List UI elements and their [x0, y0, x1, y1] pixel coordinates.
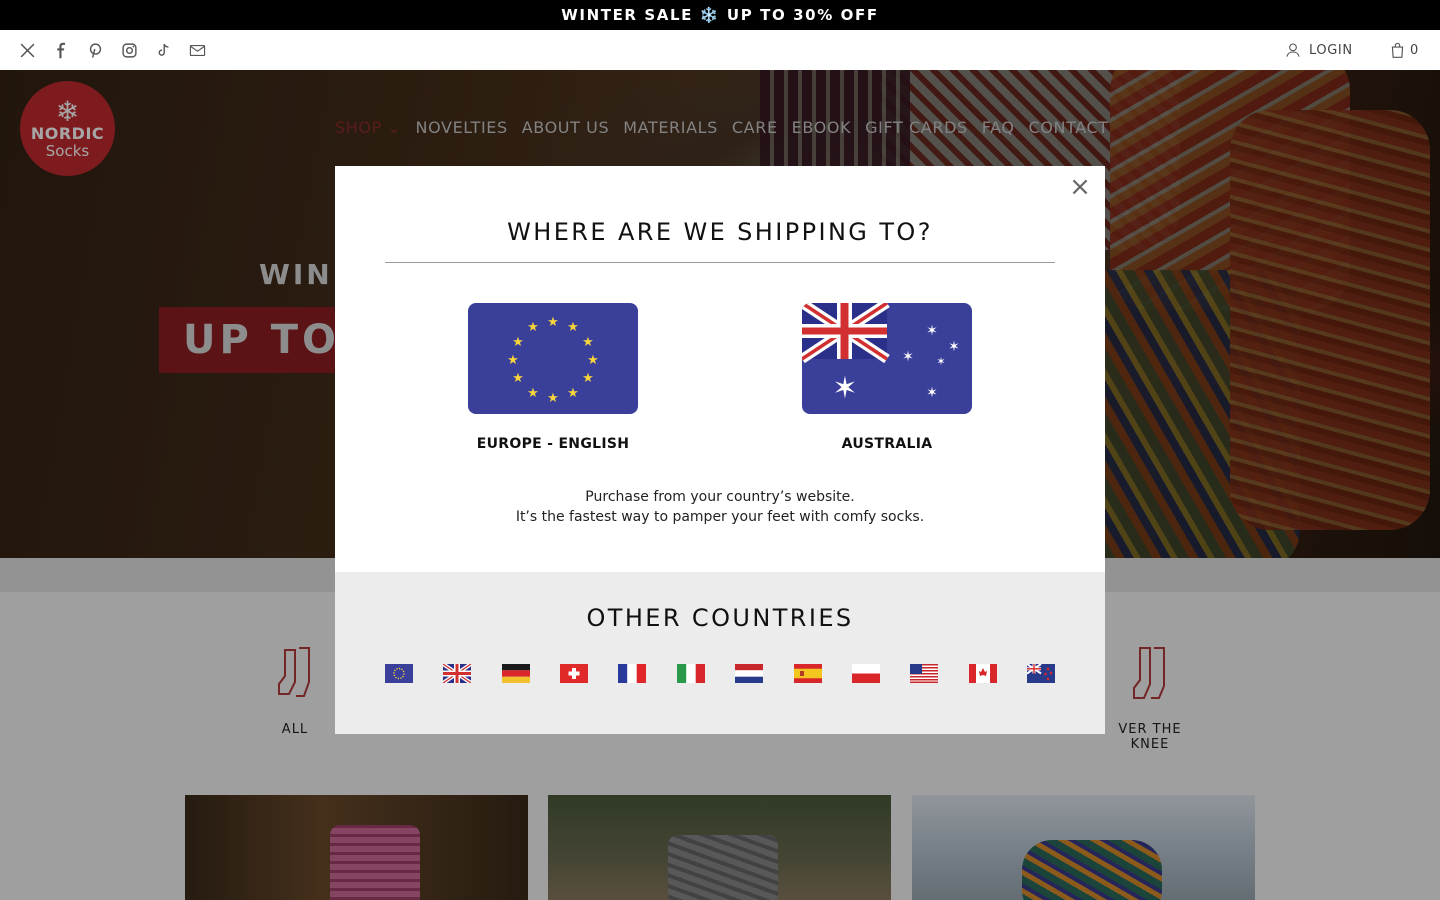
cart-count: 0: [1410, 42, 1419, 58]
region-europe-english[interactable]: ★ ★ ★ ★ ★ ★ ★ ★ ★ ★ ★ ★ EUROPE - ENGLISH: [468, 303, 638, 452]
other-countries-section: OTHER COUNTRIES: [335, 572, 1105, 734]
instagram-icon[interactable]: [118, 39, 140, 61]
pinterest-icon[interactable]: [84, 39, 106, 61]
country-selector-modal: × WHERE ARE WE SHIPPING TO? ★ ★ ★ ★ ★ ★ ★ ★ ★ ★…: [335, 166, 1105, 734]
region-label: AUSTRALIA: [841, 436, 933, 452]
modal-title: WHERE ARE WE SHIPPING TO?: [507, 218, 933, 246]
svg-text:★: ★: [512, 335, 524, 350]
svg-text:★: ★: [547, 391, 559, 406]
spain-flag-icon[interactable]: [793, 664, 822, 683]
svg-text:★: ★: [547, 315, 559, 330]
uk-flag-icon[interactable]: [443, 664, 472, 683]
country-flag-list: [385, 664, 1055, 683]
svg-text:★: ★: [567, 320, 579, 335]
svg-text:★: ★: [527, 320, 539, 335]
email-icon[interactable]: [186, 39, 208, 61]
eu-flag-icon: ★ ★★★ ★★★★ ★★★★: [468, 303, 638, 414]
login-label: LOGIN: [1309, 42, 1353, 58]
cart-link[interactable]: 0: [1390, 30, 1418, 70]
usa-flag-icon[interactable]: [910, 664, 939, 683]
svg-text:✶: ✶: [926, 385, 938, 401]
canada-flag-icon[interactable]: [968, 664, 997, 683]
login-link[interactable]: LOGIN: [1285, 30, 1353, 70]
facebook-icon[interactable]: [50, 39, 72, 61]
poland-flag-icon[interactable]: [851, 664, 880, 683]
svg-text:✶: ✶: [902, 349, 914, 365]
top-utility-bar: LOGIN 0: [0, 30, 1440, 70]
svg-text:★: ★: [527, 386, 539, 401]
svg-text:✶: ✶: [948, 339, 960, 355]
user-icon: [1286, 43, 1300, 57]
region-australia[interactable]: ✶ ✶ ✶ ✶ ✶ ✶ AUSTRALIA: [802, 303, 972, 452]
tiktok-icon[interactable]: [152, 39, 174, 61]
netherlands-flag-icon[interactable]: [735, 664, 764, 683]
france-flag-icon[interactable]: [618, 664, 647, 683]
svg-text:✶: ✶: [832, 371, 857, 406]
germany-flag-icon[interactable]: [501, 664, 530, 683]
x-icon[interactable]: [16, 39, 38, 61]
italy-flag-icon[interactable]: [676, 664, 705, 683]
announcement-bar: WINTER SALE ❄️ UP TO 30% OFF: [0, 0, 1440, 30]
svg-text:★: ★: [567, 386, 579, 401]
new-zealand-flag-icon[interactable]: [1026, 664, 1055, 683]
eu-flag-icon[interactable]: [385, 664, 413, 683]
australia-flag-icon: ✶ ✶ ✶ ✶ ✶ ✶: [802, 303, 972, 414]
svg-text:★: ★: [582, 335, 594, 350]
shopping-bag-icon: [1391, 42, 1404, 58]
modal-message: Purchase from your country’s website. It…: [515, 489, 925, 525]
other-countries-title: OTHER COUNTRIES: [586, 604, 854, 632]
close-icon[interactable]: ×: [1067, 174, 1093, 200]
svg-text:★: ★: [512, 371, 524, 386]
divider: [385, 262, 1055, 263]
svg-text:★: ★: [587, 353, 599, 368]
svg-text:★: ★: [582, 371, 594, 386]
switzerland-flag-icon[interactable]: [560, 664, 589, 683]
announcement-text: WINTER SALE ❄️ UP TO 30% OFF: [561, 6, 879, 24]
svg-text:✶: ✶: [936, 355, 945, 368]
region-label: EUROPE - ENGLISH: [476, 436, 630, 452]
social-links: [16, 30, 220, 70]
svg-text:✶: ✶: [926, 323, 938, 339]
svg-text:★: ★: [507, 353, 519, 368]
